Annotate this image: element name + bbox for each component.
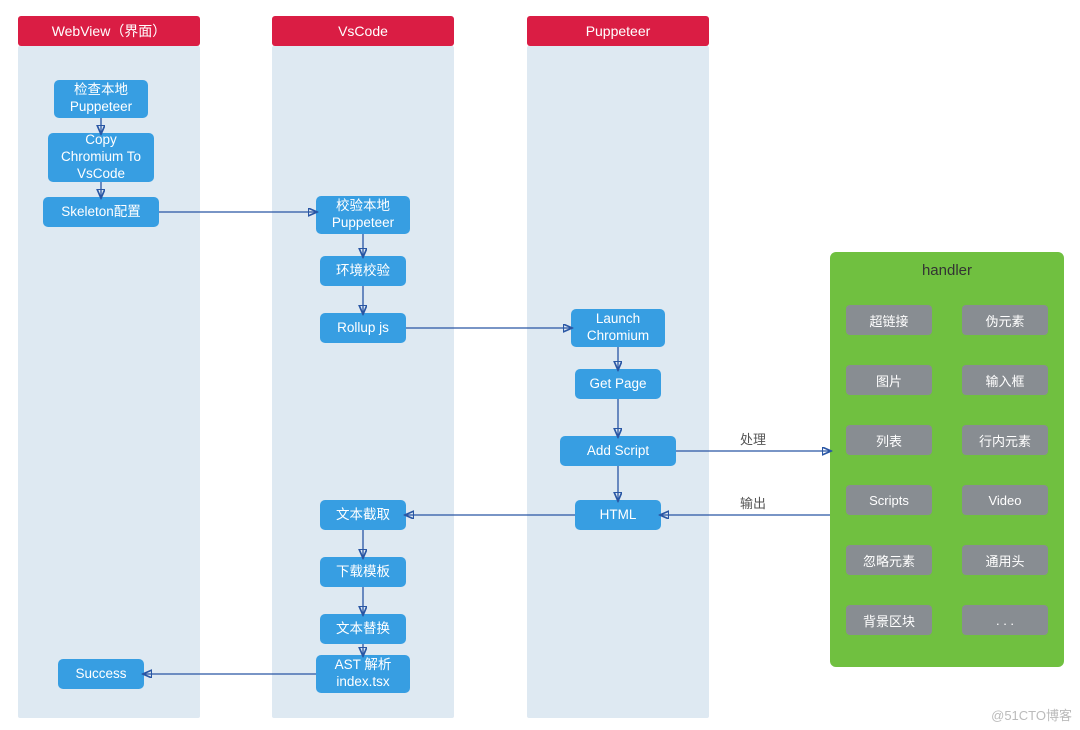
- label-output: 输出: [740, 493, 766, 512]
- node-launch-chromium: Launch Chromium: [571, 309, 665, 347]
- handler-tag: 列表: [846, 425, 932, 455]
- node-env-check: 环境校验: [320, 256, 406, 286]
- watermark: @51CTO博客: [991, 705, 1072, 724]
- node-text-replace: 文本替换: [320, 614, 406, 644]
- header-puppeteer: Puppeteer: [527, 16, 709, 46]
- handler-tag: . . .: [962, 605, 1048, 635]
- handler-tag: 背景区块: [846, 605, 932, 635]
- node-copy-chromium: Copy Chromium To VsCode: [48, 133, 154, 182]
- node-validate-local-puppeteer: 校验本地 Puppeteer: [316, 196, 410, 234]
- header-vscode: VsCode: [272, 16, 454, 46]
- handler-tag: 通用头: [962, 545, 1048, 575]
- node-text-trunc: 文本截取: [320, 500, 406, 530]
- node-get-page: Get Page: [575, 369, 661, 399]
- node-add-script: Add Script: [560, 436, 676, 466]
- node-rollup: Rollup js: [320, 313, 406, 343]
- node-skeleton-config: Skeleton配置: [43, 197, 159, 227]
- node-success: Success: [58, 659, 144, 689]
- handler-tag: 忽略元素: [846, 545, 932, 575]
- handler-tag: Scripts: [846, 485, 932, 515]
- node-download-template: 下载模板: [320, 557, 406, 587]
- node-check-local-puppeteer: 检查本地 Puppeteer: [54, 80, 148, 118]
- handler-tag: 行内元素: [962, 425, 1048, 455]
- node-html: HTML: [575, 500, 661, 530]
- header-webview: WebView（界面）: [18, 16, 200, 46]
- handler-tag: 伪元素: [962, 305, 1048, 335]
- node-ast-parse: AST 解析 index.tsx: [316, 655, 410, 693]
- handler-tag: 图片: [846, 365, 932, 395]
- handler-tag: 输入框: [962, 365, 1048, 395]
- handler-tag: Video: [962, 485, 1048, 515]
- label-process: 处理: [740, 429, 766, 448]
- handler-tag: 超链接: [846, 305, 932, 335]
- handler-title: handler: [830, 262, 1064, 279]
